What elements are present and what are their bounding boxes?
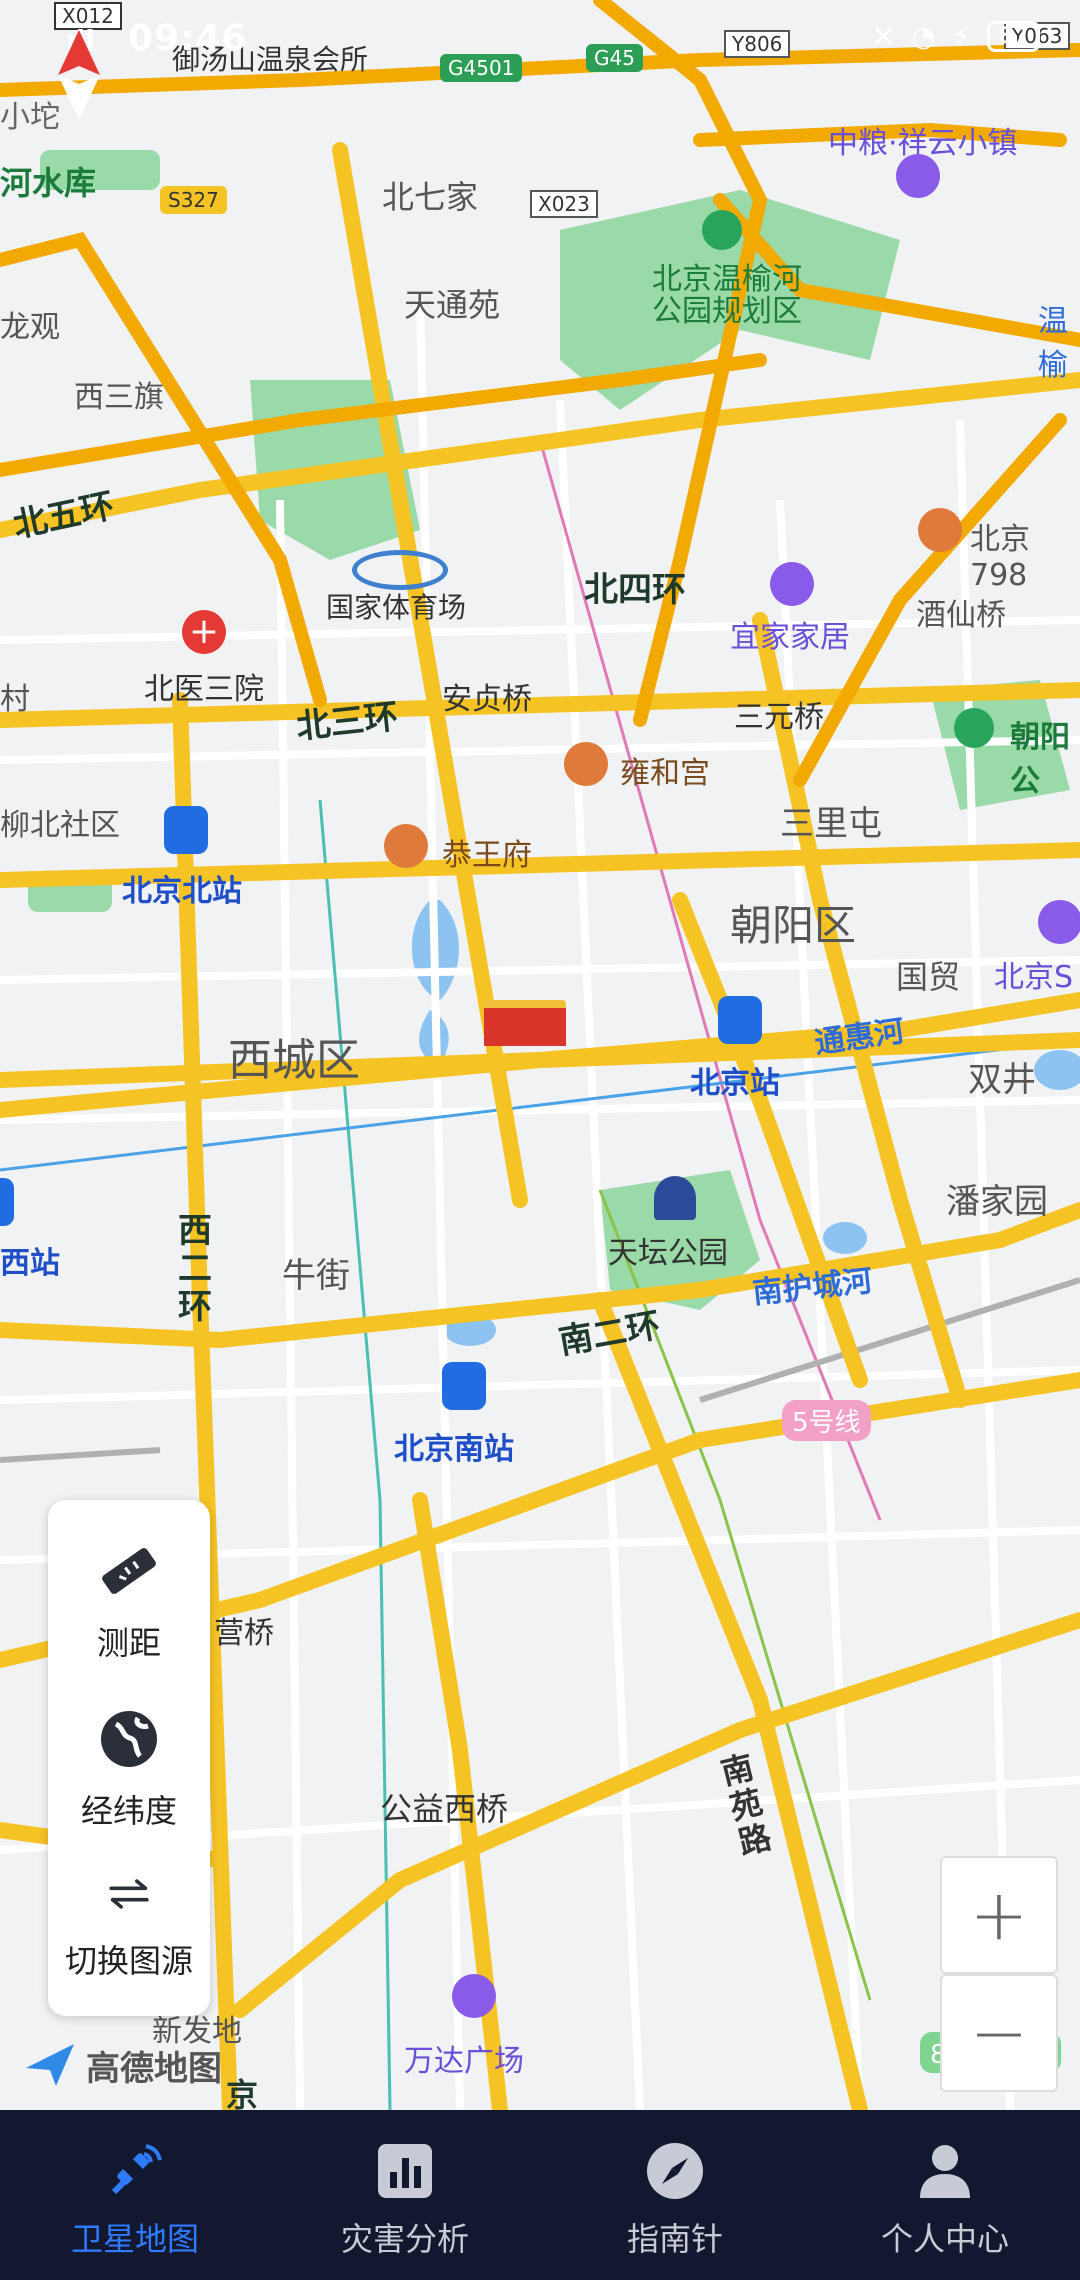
status-bar: ıll 09:46 ✕ ◔ ⚡ 87 <box>0 0 1080 80</box>
compass-needle-icon[interactable] <box>54 30 104 120</box>
zoom-in-button[interactable]: + <box>940 1856 1058 1974</box>
coordinates-label: 经纬度 <box>80 1792 177 1830</box>
ruler-icon <box>102 1548 156 1594</box>
battery-level: 87 <box>987 21 1040 52</box>
status-time: 09:46 <box>128 18 248 59</box>
swap-icon <box>109 1879 149 1909</box>
wifi-icon: ◔ <box>911 20 936 53</box>
bar-chart-icon <box>378 2144 432 2198</box>
tab-satellite-map[interactable]: 卫星地图 <box>0 2110 270 2280</box>
mute-icon: ✕ <box>871 20 896 53</box>
switch-source-label: 切换图源 <box>64 1942 193 1980</box>
zoom-out-button[interactable]: − <box>940 1974 1058 2092</box>
satellite-icon <box>111 2144 162 2195</box>
measure-distance-label: 测距 <box>96 1624 161 1662</box>
map-provider-name: 高德地图 <box>86 2048 222 2089</box>
minus-icon: − <box>969 1992 1029 2074</box>
amap-logo-icon <box>26 2044 74 2086</box>
tab-disaster-analysis-label: 灾害分析 <box>340 2220 469 2258</box>
switch-source-button[interactable]: 切换图源 <box>48 1874 210 1982</box>
tab-compass-label: 指南针 <box>626 2220 723 2258</box>
tab-compass[interactable]: 指南针 <box>540 2110 810 2280</box>
status-right: ✕ ◔ ⚡ 87 <box>872 20 1040 53</box>
coordinates-button[interactable]: 经纬度 <box>48 1704 210 1832</box>
person-icon <box>920 2145 970 2198</box>
map-provider-logo: 高德地图 <box>22 2040 222 2090</box>
measure-distance-button[interactable]: 测距 <box>48 1536 210 1664</box>
plus-icon: + <box>969 1874 1029 1956</box>
tab-disaster-analysis[interactable]: 灾害分析 <box>270 2110 540 2280</box>
charging-icon: ⚡ <box>951 20 972 53</box>
bottom-tab-bar: 卫星地图 灾害分析 指南针 个人中心 <box>0 2110 1080 2280</box>
compass-icon <box>647 2143 703 2199</box>
globe-icon <box>101 1711 157 1767</box>
tab-personal-center[interactable]: 个人中心 <box>810 2110 1080 2280</box>
tab-personal-center-label: 个人中心 <box>880 2220 1009 2258</box>
map-tools-panel: 测距 经纬度 切换图源 <box>48 1500 210 2016</box>
tab-satellite-map-label: 卫星地图 <box>70 2220 199 2258</box>
